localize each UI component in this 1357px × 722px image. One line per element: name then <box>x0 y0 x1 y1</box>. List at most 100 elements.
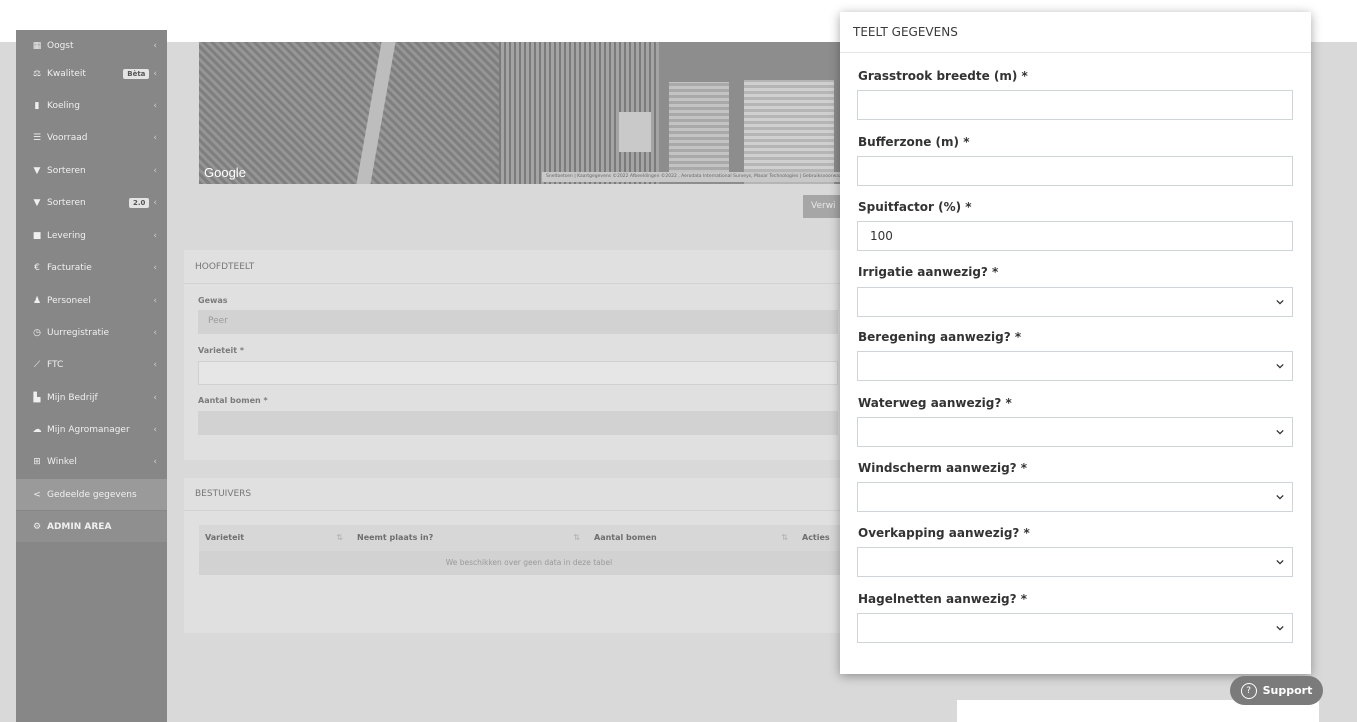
sidebar-item-ftc[interactable]: ⟋ FTC ‹ <box>16 349 167 380</box>
waterweg-select[interactable] <box>857 417 1293 447</box>
irrigatie-select[interactable] <box>857 287 1293 317</box>
sidebar-item-label: Kwaliteit <box>47 68 86 79</box>
support-label: Support <box>1262 684 1313 697</box>
card-title: BESTUIVERS <box>195 489 252 499</box>
sort-icon: ⇅ <box>336 533 343 542</box>
sidebar-item-sorteren[interactable]: ▼ Sorteren ‹ <box>16 155 167 186</box>
chevron-left-icon: ‹ <box>153 262 157 273</box>
map-building <box>619 112 651 152</box>
share-icon: < <box>33 489 41 500</box>
bufferzone-input[interactable] <box>857 156 1293 186</box>
chevron-left-icon: ‹ <box>153 327 157 338</box>
map-greenhouse <box>744 80 834 184</box>
beregening-select[interactable] <box>857 351 1293 381</box>
chevron-left-icon: ‹ <box>153 295 157 306</box>
sidebar-item-label: Mijn Agromanager <box>47 424 130 435</box>
overkapping-select[interactable] <box>857 547 1293 577</box>
chevron-down-icon <box>1276 429 1284 435</box>
divider <box>184 283 864 284</box>
question-circle-icon: ? <box>1240 682 1257 699</box>
thermometer-icon: ▮ <box>34 100 40 111</box>
table-empty-row: We beschikken over geen data in deze tab… <box>199 551 859 575</box>
sidebar-item-personeel[interactable]: ♟ Personeel ‹ <box>16 285 167 316</box>
chevron-down-icon <box>1276 299 1284 305</box>
sidebar-item-label: Gedeelde gegevens <box>47 489 137 500</box>
hagelnetten-select[interactable] <box>857 613 1293 643</box>
column-label: Neemt plaats in? <box>357 533 434 542</box>
column-header-varieteit[interactable]: Varieteit ⇅ <box>199 525 351 551</box>
card-title: HOOFDTEELT <box>195 262 255 272</box>
column-label: Acties <box>802 533 830 542</box>
sidebar-item-mijn-bedrijf[interactable]: ▙ Mijn Bedrijf ‹ <box>16 382 167 413</box>
chevron-left-icon: ‹ <box>153 456 157 467</box>
sidebar-item-levering[interactable]: ■ Levering ‹ <box>16 220 167 251</box>
sidebar-item-label: Personeel <box>47 295 91 306</box>
sidebar-item-label: Sorteren <box>47 197 86 208</box>
sidebar-item-facturatie[interactable]: € Facturatie ‹ <box>16 252 167 283</box>
chevron-left-icon: ‹ <box>153 132 157 143</box>
sidebar-item-uurregistratie[interactable]: ◷ Uurregistratie ‹ <box>16 317 167 348</box>
line-chart-icon: ⟋ <box>33 359 41 370</box>
sidebar-item-label: Oogst <box>47 40 74 51</box>
bufferzone-label: Bufferzone (m) * <box>858 135 970 149</box>
column-header-aantal-bomen[interactable]: Aantal bomen ⇅ <box>588 525 796 551</box>
harvest-icon: ▦ <box>32 40 42 51</box>
sidebar-item-koeling[interactable]: ▮ Koeling ‹ <box>16 90 167 121</box>
beta-badge: Bèta <box>123 68 150 79</box>
sidebar-item-label: Winkel <box>47 456 77 467</box>
sidebar-item-label: Mijn Bedrijf <box>47 392 98 403</box>
column-label: Varieteit <box>205 533 245 542</box>
cloud-icon: ☁ <box>32 424 42 435</box>
chevron-left-icon: ‹ <box>153 359 157 370</box>
sidebar-item-label: FTC <box>47 359 64 370</box>
windscherm-select[interactable] <box>857 482 1293 512</box>
list-icon: ☰ <box>32 132 42 143</box>
sidebar-item-mijn-agromanager[interactable]: ☁ Mijn Agromanager ‹ <box>16 414 167 445</box>
sidebar: ▦ Oogst ‹ ⚖ Kwaliteit Bèta ‹ ▮ Koeling ‹… <box>16 30 167 722</box>
cart-icon: ⊞ <box>33 456 41 467</box>
filter-icon: ▼ <box>33 165 41 176</box>
grasstrook-label: Grasstrook breedte (m) * <box>858 69 1028 83</box>
sidebar-item-gedeelde-gegevens[interactable]: < Gedeelde gegevens <box>16 479 167 510</box>
gewas-field: Peer <box>198 310 838 334</box>
sidebar-item-sorteren-2[interactable]: ▼ Sorteren 2.0 ‹ <box>16 187 167 218</box>
sidebar-item-label: ADMIN AREA <box>47 521 112 532</box>
map-attribution[interactable]: Sneltoetsen | Kaartgegevens ©2022 Afbeel… <box>542 172 859 182</box>
field-value: 100 <box>870 229 893 243</box>
sidebar-item-label: Levering <box>47 230 86 241</box>
chevron-left-icon: ‹ <box>153 424 157 435</box>
clock-icon: ◷ <box>33 327 41 338</box>
column-header-neemt-plaats-in[interactable]: Neemt plaats in? ⇅ <box>351 525 588 551</box>
spuitfactor-input[interactable]: 100 <box>857 221 1293 251</box>
beregening-label: Beregening aanwezig? * <box>858 330 1022 344</box>
filter-icon: ▼ <box>33 197 41 208</box>
sidebar-item-label: Sorteren <box>47 165 86 176</box>
map-greenhouse <box>669 82 729 182</box>
map-terrain <box>199 42 499 184</box>
sidebar-item-voorraad[interactable]: ☰ Voorraad ‹ <box>16 122 167 153</box>
chevron-left-icon: ‹ <box>153 392 157 403</box>
satellite-map[interactable]: Google Sneltoetsen | Kaartgegevens ©2022… <box>199 42 859 184</box>
support-button[interactable]: ? Support <box>1230 676 1323 705</box>
hoofdteelt-card: HOOFDTEELT Gewas Peer Varieteit * Aantal… <box>184 250 864 460</box>
chevron-down-icon <box>1276 363 1284 369</box>
sidebar-item-label: Facturatie <box>47 262 92 273</box>
sidebar-item-label: Voorraad <box>47 132 88 143</box>
sidebar-item-oogst[interactable]: ▦ Oogst ‹ <box>16 30 167 61</box>
sort-icon: ⇅ <box>573 533 580 542</box>
grasstrook-input[interactable] <box>857 90 1293 120</box>
spuitfactor-label: Spuitfactor (%) * <box>858 200 972 214</box>
bar-chart-icon: ▙ <box>33 392 41 403</box>
chevron-left-icon: ‹ <box>153 165 157 176</box>
truck-icon: ■ <box>32 230 42 241</box>
aantal-bomen-label: Aantal bomen * <box>198 396 268 405</box>
varieteit-field[interactable] <box>198 361 838 385</box>
sidebar-item-label: Koeling <box>47 100 80 111</box>
sidebar-item-winkel[interactable]: ⊞ Winkel ‹ <box>16 446 167 477</box>
chevron-down-icon <box>1276 559 1284 565</box>
windscherm-label: Windscherm aanwezig? * <box>858 461 1028 475</box>
version-badge: 2.0 <box>128 197 150 208</box>
sidebar-item-admin-area[interactable]: ⚙ ADMIN AREA <box>16 511 167 542</box>
sidebar-item-kwaliteit[interactable]: ⚖ Kwaliteit Bèta ‹ <box>16 58 167 89</box>
aantal-bomen-field[interactable] <box>198 411 838 435</box>
